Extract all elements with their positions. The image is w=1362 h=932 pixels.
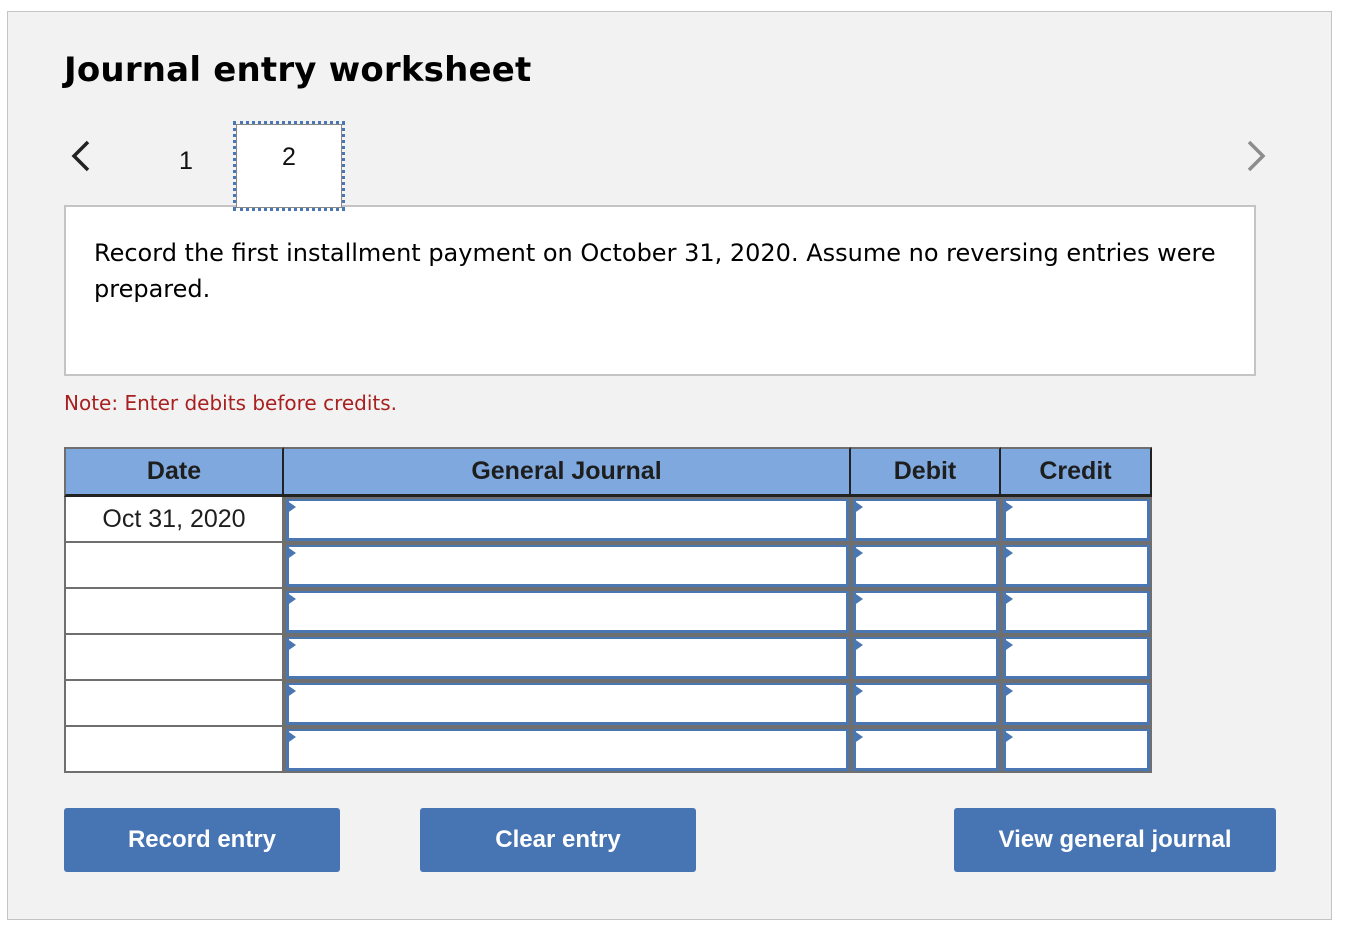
date-cell bbox=[64, 681, 284, 727]
debit-input[interactable] bbox=[853, 637, 999, 679]
credit-cell bbox=[1001, 589, 1152, 635]
debit-cell bbox=[851, 543, 1001, 589]
date-cell bbox=[64, 543, 284, 589]
debit-cell bbox=[851, 635, 1001, 681]
credit-cell bbox=[1001, 681, 1152, 727]
credit-input[interactable] bbox=[1003, 545, 1150, 587]
chevron-right-icon bbox=[1247, 140, 1266, 172]
account-input[interactable] bbox=[286, 591, 849, 633]
view-general-journal-button[interactable]: View general journal bbox=[954, 808, 1276, 872]
credit-cell bbox=[1001, 497, 1152, 543]
credit-input[interactable] bbox=[1003, 683, 1150, 725]
account-cell bbox=[284, 635, 851, 681]
clear-entry-button[interactable]: Clear entry bbox=[420, 808, 696, 872]
credit-input[interactable] bbox=[1003, 591, 1150, 633]
debit-input[interactable] bbox=[853, 729, 999, 771]
account-cell bbox=[284, 497, 851, 543]
table-row bbox=[64, 635, 1152, 681]
question-text: Record the first installment payment on … bbox=[94, 239, 1216, 303]
debit-input[interactable] bbox=[853, 499, 999, 541]
debit-input[interactable] bbox=[853, 545, 999, 587]
table-row: Oct 31, 2020 bbox=[64, 497, 1152, 543]
page-title: Journal entry worksheet bbox=[64, 50, 532, 90]
credit-cell bbox=[1001, 727, 1152, 773]
account-input[interactable] bbox=[286, 683, 849, 725]
next-button[interactable] bbox=[1241, 136, 1271, 176]
credit-cell bbox=[1001, 635, 1152, 681]
column-header-date: Date bbox=[64, 447, 284, 497]
credit-input[interactable] bbox=[1003, 637, 1150, 679]
account-cell bbox=[284, 543, 851, 589]
record-entry-button[interactable]: Record entry bbox=[64, 808, 340, 872]
date-cell: Oct 31, 2020 bbox=[64, 497, 284, 543]
column-header-credit: Credit bbox=[1001, 447, 1152, 497]
date-cell bbox=[64, 589, 284, 635]
tab-1[interactable]: 1 bbox=[150, 125, 222, 197]
account-input[interactable] bbox=[286, 729, 849, 771]
account-input[interactable] bbox=[286, 545, 849, 587]
column-header-general-journal: General Journal bbox=[284, 447, 851, 497]
account-input[interactable] bbox=[286, 637, 849, 679]
debit-cell bbox=[851, 681, 1001, 727]
account-input[interactable] bbox=[286, 499, 849, 541]
account-cell bbox=[284, 681, 851, 727]
note-text: Note: Enter debits before credits. bbox=[64, 391, 398, 415]
debit-input[interactable] bbox=[853, 591, 999, 633]
debit-cell bbox=[851, 497, 1001, 543]
table-row bbox=[64, 589, 1152, 635]
credit-input[interactable] bbox=[1003, 729, 1150, 771]
table-row bbox=[64, 727, 1152, 773]
table-row bbox=[64, 543, 1152, 589]
date-cell bbox=[64, 727, 284, 773]
chevron-left-icon bbox=[71, 140, 90, 172]
credit-cell bbox=[1001, 543, 1152, 589]
account-cell bbox=[284, 727, 851, 773]
table-row bbox=[64, 681, 1152, 727]
prev-button[interactable] bbox=[66, 136, 96, 176]
tab-2[interactable]: 2 bbox=[233, 121, 345, 211]
debit-cell bbox=[851, 727, 1001, 773]
date-cell bbox=[64, 635, 284, 681]
question-box: Record the first installment payment on … bbox=[64, 205, 1256, 376]
credit-input[interactable] bbox=[1003, 499, 1150, 541]
account-cell bbox=[284, 589, 851, 635]
column-header-debit: Debit bbox=[851, 447, 1001, 497]
debit-input[interactable] bbox=[853, 683, 999, 725]
debit-cell bbox=[851, 589, 1001, 635]
